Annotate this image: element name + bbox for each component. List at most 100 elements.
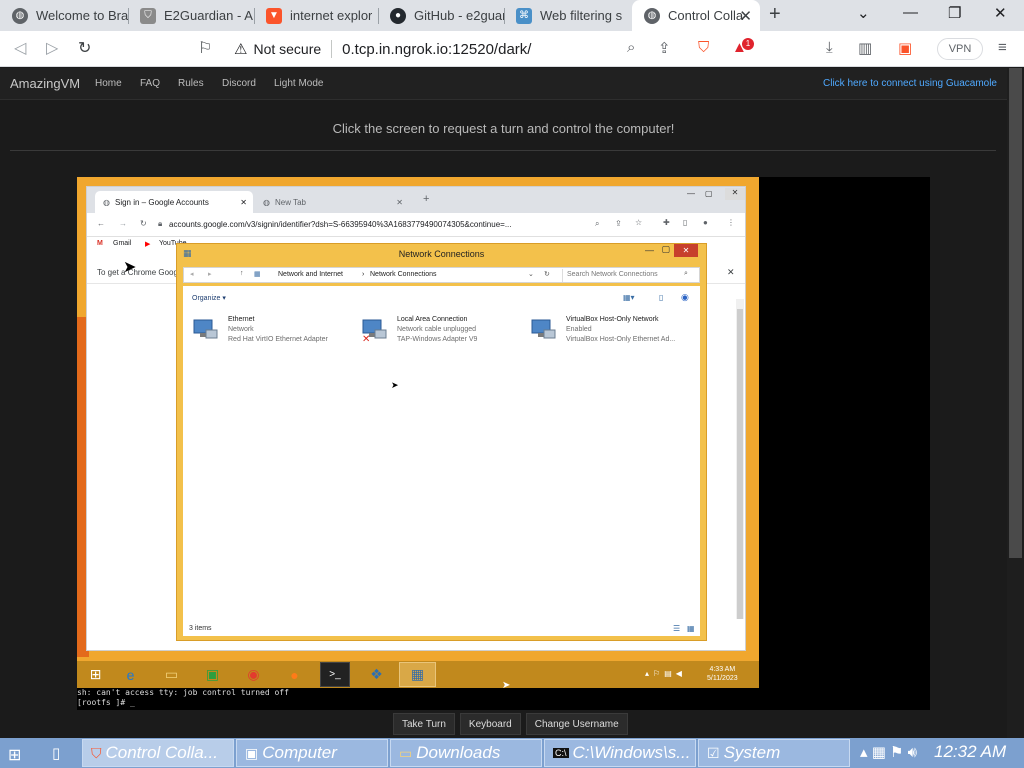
extensions-icon[interactable]: ✚ xyxy=(663,218,670,227)
reload-button[interactable]: ↻ xyxy=(78,38,91,58)
new-tab-button[interactable]: + xyxy=(769,3,781,26)
guacamole-link[interactable]: Click here to connect using Guacamole xyxy=(823,78,997,89)
chrome-icon[interactable]: ◉ xyxy=(235,662,272,687)
internet-explorer-icon[interactable]: e xyxy=(112,662,149,687)
browser-tab[interactable]: ▼ internet explor xyxy=(254,0,378,31)
forward-button[interactable]: ▷ xyxy=(46,38,58,58)
page-scrollbar[interactable] xyxy=(1007,68,1024,738)
forward-button[interactable]: → xyxy=(119,219,127,228)
chevron-down-icon[interactable]: ⌄ xyxy=(857,4,870,22)
search-network-input[interactable]: Search Network Connections xyxy=(562,269,700,282)
security-label[interactable]: Not secure xyxy=(253,41,321,57)
taskbar-button-downloads[interactable]: ▭ Downloads xyxy=(390,739,542,767)
close-tab-icon[interactable]: ✕ xyxy=(739,7,752,25)
connection-ethernet[interactable]: Ethernet Network Red Hat VirtIO Ethernet… xyxy=(192,316,357,350)
address-bar[interactable]: ⚠ Not secure 0.tcp.in.ngrok.io:12520/dar… xyxy=(226,35,688,63)
scrollbar-thumb[interactable] xyxy=(737,309,743,619)
back-button[interactable]: ← xyxy=(97,219,105,228)
scrollbar-thumb[interactable] xyxy=(1009,68,1022,558)
large-icons-view-icon[interactable]: ▦ xyxy=(687,624,695,633)
virtualbox-icon[interactable]: ❖ xyxy=(358,662,395,687)
cmd-icon[interactable]: >_ xyxy=(320,662,350,687)
close-tab-icon[interactable]: ✕ xyxy=(396,198,403,207)
preview-pane-icon[interactable]: ▯ xyxy=(659,293,663,302)
taskbar-button-control-collab[interactable]: ⛉ Control Colla... xyxy=(82,739,234,767)
minimize-button[interactable]: — xyxy=(645,245,654,255)
take-turn-button[interactable]: Take Turn xyxy=(393,713,455,735)
taskbar-button-cmd[interactable]: C:\ C:\Windows\s... xyxy=(544,739,696,767)
bookmark-gmail[interactable]: Gmail xyxy=(113,240,131,247)
close-window-button[interactable]: ✕ xyxy=(994,4,1007,22)
windows-start-icon[interactable]: ⊞ xyxy=(77,662,114,687)
nav-discord[interactable]: Discord xyxy=(222,78,256,89)
nav-light-mode[interactable]: Light Mode xyxy=(274,78,323,89)
new-tab-button[interactable]: + xyxy=(423,193,429,205)
share-icon[interactable]: ⇪ xyxy=(658,39,671,57)
connection-local-area[interactable]: ✕ Local Area Connection Network cable un… xyxy=(361,316,526,350)
network-connections-taskbar-icon[interactable]: ▦ xyxy=(399,662,436,687)
change-username-button[interactable]: Change Username xyxy=(525,713,628,735)
vm-chrome-tab[interactable]: ◍ New Tab ✕ xyxy=(255,191,409,213)
vm-chrome-tab[interactable]: ◍ Sign in – Google Accounts ✕ xyxy=(95,191,253,213)
restore-button[interactable]: ❐ xyxy=(948,4,961,22)
browser-tab[interactable]: ● GitHub - e2guar xyxy=(378,0,504,31)
maximize-button[interactable]: ▢ xyxy=(661,244,670,255)
maximize-button[interactable]: ▢ xyxy=(705,189,713,198)
system-tray-icons[interactable]: ▴ ▦ ⚑ 🔊︎ xyxy=(860,743,917,761)
minimize-button[interactable]: — xyxy=(903,4,918,21)
profile-icon[interactable]: ● xyxy=(703,218,708,227)
browser-tab[interactable]: ⛉ E2Guardian - A xyxy=(128,0,254,31)
close-tab-icon[interactable]: ✕ xyxy=(240,198,247,207)
search-icon[interactable]: ⌕ xyxy=(595,219,599,229)
menu-icon[interactable]: ⋮ xyxy=(727,218,735,227)
share-icon[interactable]: ⇪ xyxy=(615,219,622,228)
vm-clock[interactable]: 4:33 AM 5/11/2023 xyxy=(707,665,738,683)
close-icon[interactable]: ✕ xyxy=(727,267,735,278)
firefox-icon[interactable]: ● xyxy=(276,662,313,687)
network-connections-window[interactable]: ▦ Network Connections — ▢ ✕ ◂ ▸ ↑ ▦ Netw… xyxy=(176,243,707,641)
connection-virtualbox[interactable]: VirtualBox Host-Only Network Enabled Vir… xyxy=(530,316,695,350)
windows-start-icon[interactable]: ⊞ xyxy=(8,745,21,765)
bookmark-icon[interactable]: ⚐ xyxy=(198,38,212,58)
url-text[interactable]: 0.tcp.in.ngrok.io:12520/dark/ xyxy=(342,41,531,58)
refresh-icon[interactable]: ↻ xyxy=(544,270,550,278)
nav-rules[interactable]: Rules xyxy=(178,78,204,89)
brave-shields-icon[interactable]: ⛉ xyxy=(698,39,709,56)
download-icon[interactable]: ⤓ xyxy=(826,39,833,56)
star-icon[interactable]: ☆ xyxy=(635,218,642,227)
details-view-icon[interactable]: ☰ xyxy=(673,624,680,633)
site-brand[interactable]: AmazingVM xyxy=(10,76,80,91)
host-clock[interactable]: 12:32 AM xyxy=(934,742,1006,762)
breadcrumb-network-connections[interactable]: Network Connections xyxy=(370,271,437,278)
back-button[interactable]: ◂ xyxy=(190,270,194,278)
chevron-down-icon[interactable]: ⌄ xyxy=(528,270,534,278)
taskbar-button-computer[interactable]: ▣ Computer xyxy=(236,739,388,767)
close-window-button[interactable]: ✕ xyxy=(725,188,745,200)
reload-button[interactable]: ↻ xyxy=(140,219,147,228)
organize-menu[interactable]: Organize ▾ xyxy=(192,294,226,302)
zoom-icon[interactable]: ⌕ xyxy=(627,39,635,56)
menu-icon[interactable]: ≡ xyxy=(998,39,1007,56)
breadcrumb-network-internet[interactable]: Network and Internet xyxy=(278,271,343,278)
taskbar-button-system[interactable]: ☑ System xyxy=(698,739,850,767)
browser-tab[interactable]: ◍ Welcome to Bra xyxy=(0,0,128,31)
warning-icon[interactable]: ⚠ xyxy=(234,40,247,58)
keyboard-button[interactable]: Keyboard xyxy=(459,713,521,735)
sidebar-icon[interactable]: ▥ xyxy=(858,39,872,57)
store-icon[interactable]: ▣ xyxy=(194,662,231,687)
sidebar-icon[interactable]: ▯ xyxy=(683,218,687,227)
file-explorer-icon[interactable]: ▭ xyxy=(153,662,190,687)
explorer-address-bar[interactable]: ◂ ▸ ↑ ▦ Network and Internet › Network C… xyxy=(183,267,700,283)
forward-button[interactable]: ▸ xyxy=(208,270,212,278)
nav-home[interactable]: Home xyxy=(95,78,122,89)
help-icon[interactable]: ◉ xyxy=(681,292,689,303)
up-button[interactable]: ↑ xyxy=(240,270,244,277)
vm-screen[interactable]: ◍ Sign in – Google Accounts ✕ ◍ New Tab … xyxy=(77,177,930,710)
minimize-button[interactable]: — xyxy=(687,189,695,198)
vm-chrome-scrollbar[interactable] xyxy=(736,299,744,619)
vm-chrome-url[interactable]: accounts.google.com/v3/signin/identifier… xyxy=(169,220,511,229)
back-button[interactable]: ◁ xyxy=(14,38,26,58)
view-options-icon[interactable]: ▦▾ xyxy=(623,293,635,302)
browser-tab[interactable]: ⌘ Web filtering s xyxy=(504,0,630,31)
nav-faq[interactable]: FAQ xyxy=(140,78,160,89)
